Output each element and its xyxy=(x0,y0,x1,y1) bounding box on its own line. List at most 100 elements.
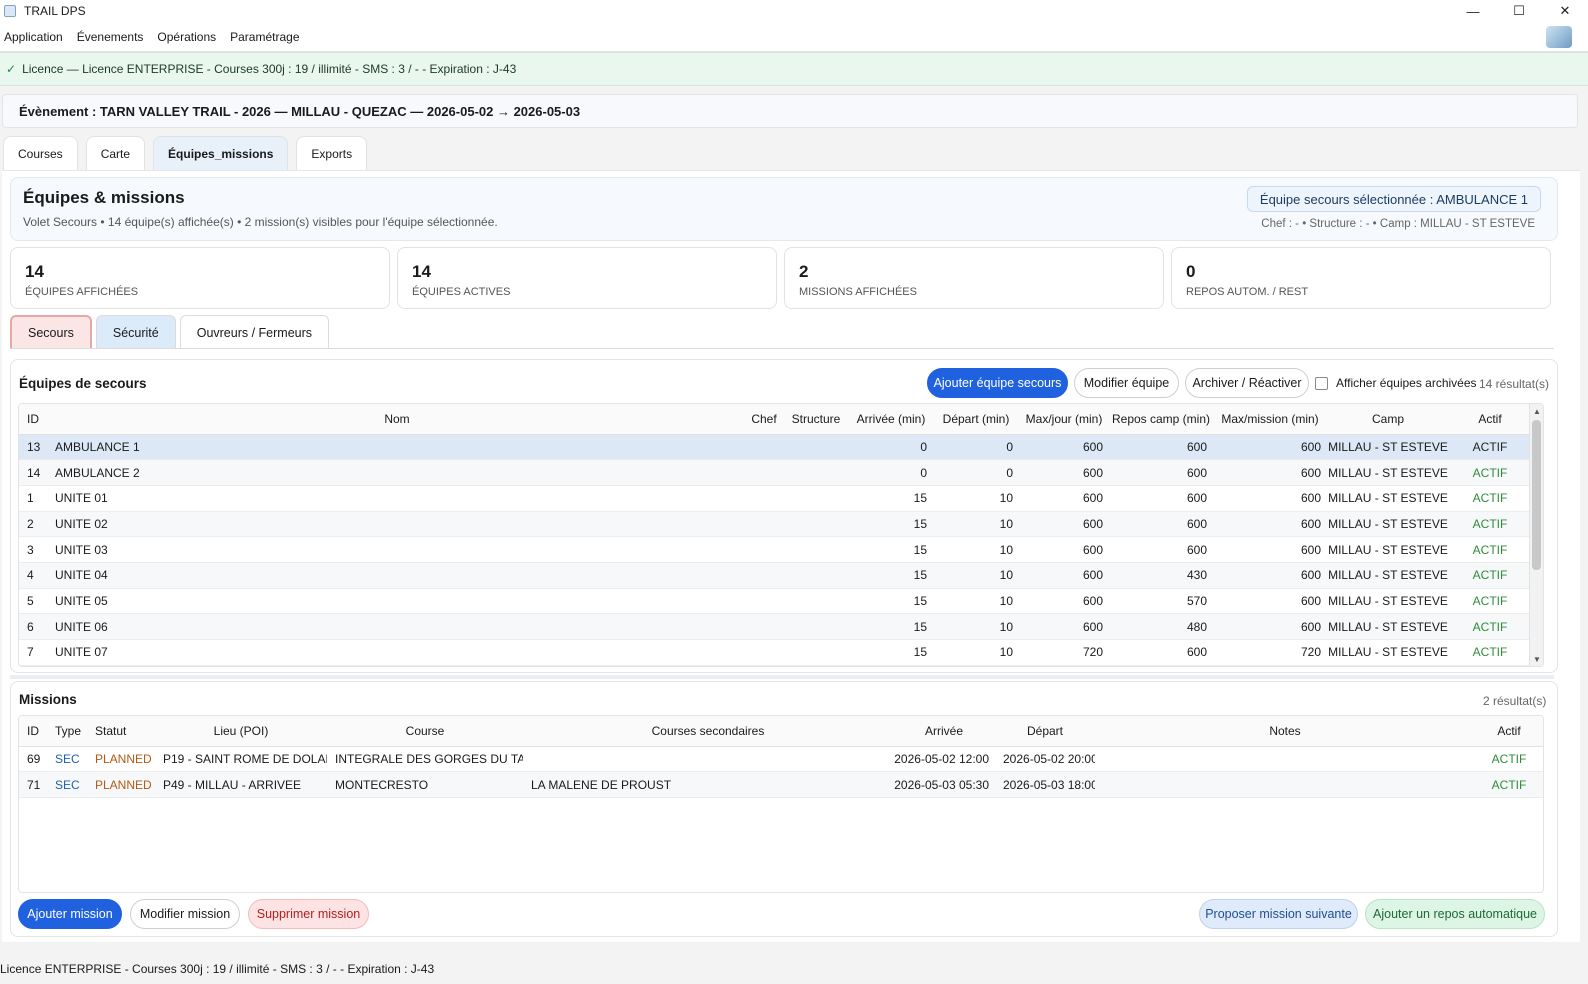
missions-column-header[interactable]: Lieu (POI) xyxy=(155,716,327,747)
table-row[interactable]: 5 UNITE 05 15 10 600 570 600 MILLAU - ST ESTEVE… xyxy=(19,588,1531,615)
teams-column-header[interactable]: Repos camp (min) xyxy=(1109,404,1213,435)
table-cell xyxy=(783,588,849,615)
table-row[interactable]: 14 AMBULANCE 2 0 0 600 600 600 MILLAU - ST ESTE… xyxy=(19,459,1531,486)
missions-column-header[interactable]: Type xyxy=(47,716,87,747)
missions-column-header[interactable]: Course xyxy=(327,716,523,747)
teams-column-header[interactable]: Structure xyxy=(783,404,849,435)
table-cell: MILLAU - ST ESTEVE xyxy=(1327,562,1449,589)
table-row[interactable]: 3 UNITE 03 15 10 600 600 600 MILLAU - ST ESTEVE… xyxy=(19,536,1531,563)
table-cell: MILLAU - ST ESTEVE xyxy=(1327,588,1449,615)
scroll-up-icon[interactable]: ▲ xyxy=(1530,404,1543,418)
table-row[interactable]: 1 UNITE 01 15 10 600 600 600 MILLAU - ST ESTEVE… xyxy=(19,485,1531,512)
table-cell: P19 - SAINT ROME DE DOLAN xyxy=(155,746,327,773)
edit-mission-button[interactable]: Modifier mission xyxy=(130,899,240,929)
table-cell xyxy=(745,588,783,615)
table-cell xyxy=(745,613,783,640)
scroll-down-icon[interactable]: ▼ xyxy=(1530,652,1543,666)
missions-column-header[interactable]: Courses secondaires xyxy=(523,716,893,747)
tab-securite[interactable]: Sécurité xyxy=(95,315,176,349)
table-cell: 4 xyxy=(19,562,49,589)
teams-column-header[interactable]: Départ (min) xyxy=(933,404,1019,435)
tab-ouvreurs-fermeurs[interactable]: Ouvreurs / Fermeurs xyxy=(179,315,330,349)
missions-column-header[interactable]: Arrivée xyxy=(893,716,995,747)
close-button[interactable]: ✕ xyxy=(1542,0,1588,22)
minimize-button[interactable]: — xyxy=(1450,0,1496,22)
teams-column-header[interactable]: Chef xyxy=(745,404,783,435)
table-cell: PLANNED xyxy=(87,746,155,773)
table-row[interactable]: 2 UNITE 02 15 10 600 600 600 MILLAU - ST ESTEVE… xyxy=(19,511,1531,538)
section-splitter[interactable] xyxy=(10,675,1554,679)
propose-mission-button[interactable]: Proposer mission suivante xyxy=(1199,899,1358,929)
table-cell: 600 xyxy=(1019,459,1109,486)
table-cell: 600 xyxy=(1109,485,1213,512)
table-cell: 2026-05-02 20:00 xyxy=(995,746,1095,773)
table-cell: ACTIF xyxy=(1449,485,1531,512)
menu-evenements[interactable]: Évenements xyxy=(77,30,144,44)
table-cell: 7 xyxy=(19,639,49,666)
teams-column-header[interactable]: ID xyxy=(19,404,49,435)
tab-courses[interactable]: Courses xyxy=(3,136,78,170)
table-cell xyxy=(783,511,849,538)
menu-application[interactable]: Application xyxy=(4,30,63,44)
missions-column-header[interactable]: ID xyxy=(19,716,47,747)
table-row[interactable]: 71 SEC PLANNED P49 - MILLAU - ARRIVEE MONTEC… xyxy=(19,771,1543,798)
table-cell: 600 xyxy=(1109,536,1213,563)
table-cell: 15 xyxy=(849,562,933,589)
delete-mission-button[interactable]: Supprimer mission xyxy=(248,899,369,929)
content-panel: Équipes & missions Volet Secours • 14 éq… xyxy=(2,170,1580,942)
table-cell: 15 xyxy=(849,613,933,640)
maximize-button[interactable]: ☐ xyxy=(1496,0,1542,22)
sub-tabs: Secours Sécurité Ouvreurs / Fermeurs xyxy=(10,315,333,349)
add-mission-button[interactable]: Ajouter mission xyxy=(18,899,122,929)
app-icon xyxy=(4,5,16,17)
table-cell: MILLAU - ST ESTEVE xyxy=(1327,536,1449,563)
show-archived-checkbox[interactable]: Afficher équipes archivées xyxy=(1315,376,1477,390)
teams-column-header[interactable]: Camp xyxy=(1327,404,1449,435)
missions-column-header[interactable]: Statut xyxy=(87,716,155,747)
missions-column-header[interactable]: Notes xyxy=(1095,716,1475,747)
table-cell: 600 xyxy=(1019,536,1109,563)
tab-exports[interactable]: Exports xyxy=(296,136,368,170)
teams-column-header[interactable]: Actif xyxy=(1449,404,1531,435)
table-cell: 10 xyxy=(933,536,1019,563)
table-row[interactable]: 6 UNITE 06 15 10 600 480 600 MILLAU - ST ESTEVE… xyxy=(19,613,1531,640)
teams-column-header[interactable]: Max/jour (min) xyxy=(1019,404,1109,435)
table-cell: 600 xyxy=(1213,562,1327,589)
menu-parametrage[interactable]: Paramétrage xyxy=(230,30,299,44)
table-cell: UNITE 03 xyxy=(49,536,745,563)
missions-column-header[interactable]: Départ xyxy=(995,716,1095,747)
table-row[interactable]: 69 SEC PLANNED P19 - SAINT ROME DE DOLAN INT… xyxy=(19,746,1543,773)
teams-column-header[interactable]: Arrivée (min) xyxy=(849,404,933,435)
license-text: Licence — Licence ENTERPRISE - Courses 3… xyxy=(22,62,517,76)
tab-carte[interactable]: Carte xyxy=(85,136,146,170)
table-cell: 600 xyxy=(1213,459,1327,486)
teams-column-header[interactable]: Max/mission (min) xyxy=(1213,404,1327,435)
table-cell: MILLAU - ST ESTEVE xyxy=(1327,639,1449,666)
add-team-button[interactable]: Ajouter équipe secours xyxy=(927,368,1068,398)
table-cell: MILLAU - ST ESTEVE xyxy=(1327,434,1449,461)
teams-scrollbar[interactable]: ▲ ▼ xyxy=(1529,404,1543,666)
archive-team-button[interactable]: Archiver / Réactiver xyxy=(1185,368,1309,398)
table-row[interactable]: 4 UNITE 04 15 10 600 430 600 MILLAU - ST ESTEVE… xyxy=(19,562,1531,589)
table-cell xyxy=(745,511,783,538)
checkbox-icon[interactable] xyxy=(1315,376,1328,390)
table-row[interactable]: 13 AMBULANCE 1 0 0 600 600 600 MILLAU - ST ESTE… xyxy=(19,434,1531,461)
table-cell: 600 xyxy=(1109,511,1213,538)
menu-operations[interactable]: Opérations xyxy=(157,30,216,44)
table-cell: INTEGRALE DES GORGES DU TARN xyxy=(327,746,523,773)
scroll-thumb[interactable] xyxy=(1532,420,1541,570)
table-cell xyxy=(523,746,893,773)
tab-equipes-missions[interactable]: Équipes_missions xyxy=(153,136,289,170)
table-cell: 2026-05-03 05:30 xyxy=(893,771,995,798)
missions-column-header[interactable]: Actif xyxy=(1475,716,1543,747)
table-cell: 600 xyxy=(1109,459,1213,486)
table-cell xyxy=(783,613,849,640)
table-cell xyxy=(783,459,849,486)
tab-secours[interactable]: Secours xyxy=(10,315,92,349)
add-rest-button[interactable]: Ajouter un repos automatique xyxy=(1365,899,1545,929)
table-row[interactable]: 7 UNITE 07 15 10 720 600 720 MILLAU - ST ESTEVE… xyxy=(19,639,1531,666)
teams-column-header[interactable]: Nom xyxy=(49,404,745,435)
edit-team-button[interactable]: Modifier équipe xyxy=(1074,368,1179,398)
stat-value: 0 xyxy=(1186,262,1196,281)
missions-table: ID Type Statut Lieu (POI) Course Courses seco… xyxy=(19,716,1543,798)
